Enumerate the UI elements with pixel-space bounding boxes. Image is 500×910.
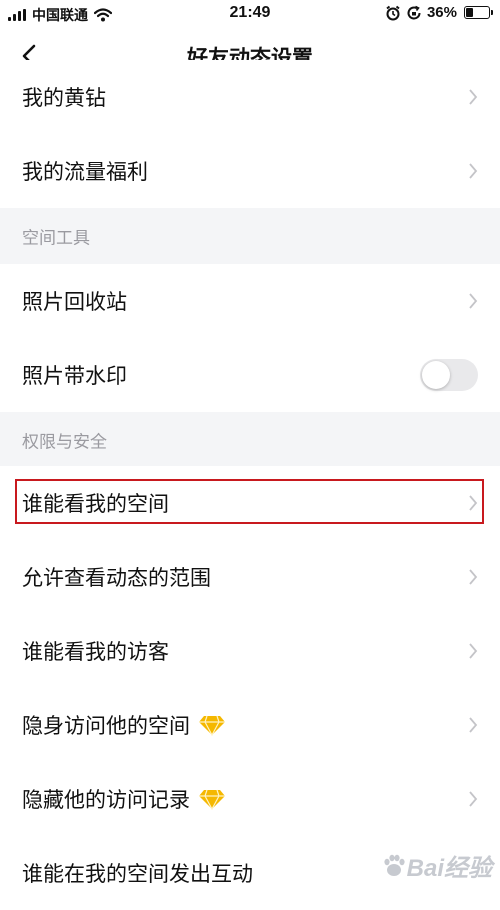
chevron-right-icon bbox=[469, 791, 478, 807]
yellow-diamond-icon bbox=[199, 715, 225, 736]
row-label: 照片带水印 bbox=[22, 364, 127, 388]
section-header-privacy-security: 权限与安全 bbox=[0, 412, 500, 468]
row-who-can-see-visitors[interactable]: 谁能看我的访客 bbox=[0, 614, 500, 688]
row-photo-recycle-bin[interactable]: 照片回收站 bbox=[0, 264, 500, 338]
chevron-right-icon bbox=[469, 569, 478, 585]
row-label: 谁能看我的空间 bbox=[22, 492, 169, 516]
row-label: 隐身访问他的空间 bbox=[22, 710, 226, 740]
row-label-text: 隐身访问他的空间 bbox=[22, 714, 190, 738]
battery-icon bbox=[464, 6, 493, 19]
row-who-can-interact[interactable]: 谁能在我的空间发出互动 bbox=[0, 836, 500, 910]
row-label: 我的黄钻 bbox=[22, 86, 106, 110]
status-right: 36% bbox=[385, 4, 493, 21]
alarm-icon bbox=[386, 5, 400, 20]
row-label: 照片回收站 bbox=[22, 290, 127, 314]
section-label: 权限与安全 bbox=[22, 432, 107, 453]
row-data-welfare[interactable]: 我的流量福利 bbox=[0, 134, 500, 208]
section-header-space-tools: 空间工具 bbox=[0, 208, 500, 264]
orientation-lock-icon bbox=[407, 5, 421, 19]
toggle-knob bbox=[422, 361, 450, 389]
section-label: 空间工具 bbox=[22, 228, 90, 249]
watermark-toggle[interactable] bbox=[420, 359, 478, 391]
row-label: 谁能看我的访客 bbox=[22, 640, 169, 664]
row-label: 谁能在我的空间发出互动 bbox=[22, 862, 253, 886]
row-hide-visit-records[interactable]: 隐藏他的访问记录 bbox=[0, 762, 500, 836]
row-stealth-visit[interactable]: 隐身访问他的空间 bbox=[0, 688, 500, 762]
chevron-right-icon bbox=[469, 495, 478, 511]
chevron-right-icon bbox=[469, 643, 478, 659]
row-yellow-diamond[interactable]: 我的黄钻 bbox=[0, 60, 500, 134]
status-bar: 中国联通 21:49 36% bbox=[0, 0, 500, 28]
row-label-text: 隐藏他的访问记录 bbox=[22, 788, 190, 812]
chevron-right-icon bbox=[469, 293, 478, 309]
row-allowed-feed-range[interactable]: 允许查看动态的范围 bbox=[0, 540, 500, 614]
battery-level bbox=[466, 8, 473, 17]
battery-percent: 36% bbox=[426, 4, 457, 21]
chevron-right-icon bbox=[469, 717, 478, 733]
row-label: 允许查看动态的范围 bbox=[22, 566, 211, 590]
row-photo-watermark: 照片带水印 bbox=[0, 338, 500, 412]
row-who-can-view-space[interactable]: 谁能看我的空间 bbox=[0, 466, 500, 540]
chevron-right-icon bbox=[469, 163, 478, 179]
yellow-diamond-icon bbox=[199, 789, 225, 810]
row-label: 我的流量福利 bbox=[22, 160, 148, 184]
row-label: 隐藏他的访问记录 bbox=[22, 784, 226, 814]
chevron-right-icon bbox=[469, 89, 478, 105]
